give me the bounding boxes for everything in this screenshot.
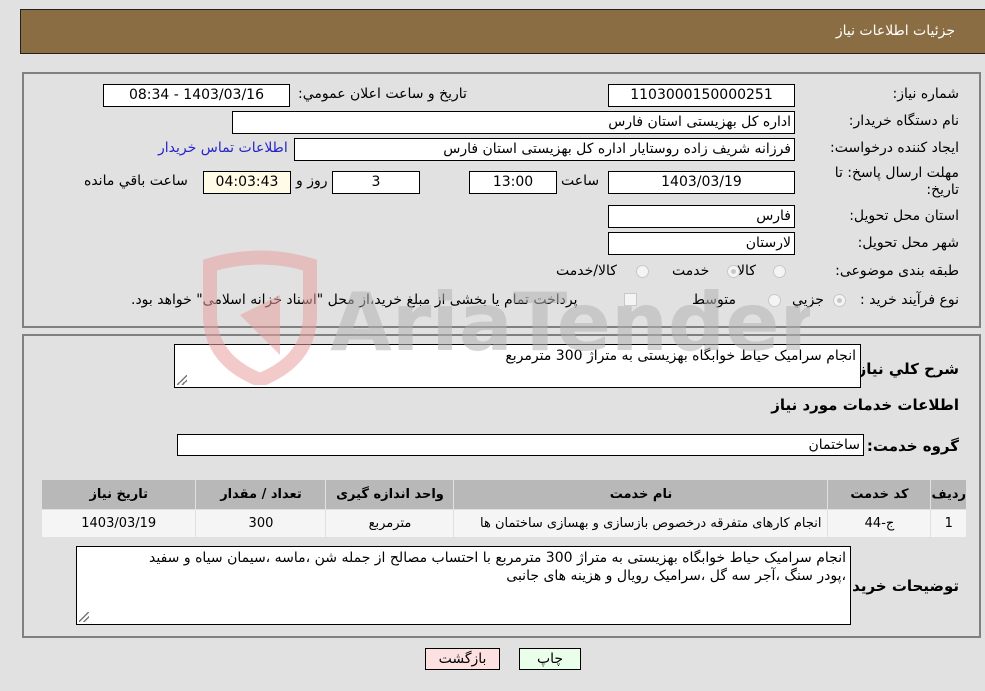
category-option-service: خدمت — [672, 263, 710, 279]
purchase-type-option-minor: جزیي — [792, 292, 824, 308]
need-number-field: 1103000150000251 — [608, 84, 795, 107]
back-button[interactable]: بازگشت — [425, 648, 500, 670]
days-remaining-field: 3 — [332, 171, 420, 194]
cell-service-code: ج-44 — [827, 509, 932, 538]
need-number-label: شماره نیاز: — [892, 86, 960, 102]
delivery-city-label: شهر محل تحویل: — [857, 235, 959, 251]
cell-unit: مترمربع — [325, 509, 455, 538]
service-group-field: ساختمان — [177, 434, 864, 456]
purchase-type-option-medium: متوسط — [692, 292, 736, 308]
remaining-time-label: ساعت باقي مانده — [84, 173, 188, 189]
announce-datetime-field: 1403/03/16 - 08:34 — [103, 84, 290, 107]
category-option-goods-service: کالا/خدمت — [556, 263, 617, 279]
deadline-date-field: 1403/03/19 — [608, 171, 795, 194]
general-desc-textarea[interactable]: انجام سرامیک حیاط خوابگاه بهزیستی به متر… — [174, 344, 861, 388]
services-heading: اطلاعات خدمات مورد نیاز — [771, 396, 959, 414]
days-label: روز و — [296, 173, 328, 189]
delivery-city-field: لارستان — [608, 232, 795, 255]
col-header-unit: واحد اندازه گیری — [325, 479, 455, 510]
need-details-section: شرح کلي نیاز: انجام سرامیک حیاط خوابگاه … — [22, 334, 981, 638]
announce-datetime-label: تاریخ و ساعت اعلان عمومي: — [298, 86, 467, 102]
treasury-note: پرداخت تمام یا بخشی از مبلغ خرید،از محل … — [131, 292, 578, 308]
deadline-time-label: ساعت — [561, 173, 600, 189]
category-label: طبقه بندی موضوعی: — [835, 263, 959, 279]
delivery-province-label: استان محل تحویل: — [849, 208, 959, 224]
buyer-org-field: اداره کل بهزیستی استان فارس — [232, 111, 795, 134]
services-table: ردیف کد خدمت نام خدمت واحد اندازه گیری ت… — [40, 479, 967, 538]
buyer-notes-textarea[interactable]: انجام سرامیک حیاط خوابگاه بهزیستی به متر… — [76, 546, 851, 625]
buyer-contact-link[interactable]: اطلاعات تماس خریدار — [158, 140, 288, 156]
cell-row-number: 1 — [930, 509, 967, 538]
service-group-label: گروه خدمت: — [866, 437, 959, 455]
table-row: 1 ج-44 انجام کارهای متفرقه درخصوص بازساز… — [40, 509, 967, 538]
resize-grip-icon[interactable] — [177, 375, 187, 385]
purchase-type-label: نوع فرآیند خرید : — [860, 292, 959, 308]
general-desc-text: انجام سرامیک حیاط خوابگاه بهزیستی به متر… — [505, 348, 856, 364]
print-button[interactable]: چاپ — [519, 648, 581, 670]
table-header-row: ردیف کد خدمت نام خدمت واحد اندازه گیری ت… — [40, 479, 967, 510]
purchase-type-radio-minor[interactable] — [833, 294, 846, 307]
category-radio-goods[interactable] — [773, 265, 786, 278]
col-header-service-code: کد خدمت — [827, 479, 932, 510]
requester-label: ایجاد کننده درخواست: — [830, 140, 959, 156]
delivery-province-field: فارس — [608, 205, 795, 228]
col-header-quantity: تعداد / مقدار — [195, 479, 327, 510]
deadline-label-line1: مهلت ارسال پاسخ: تا — [834, 165, 959, 181]
cell-service-name: انجام کارهای متفرقه درخصوص بازسازی و بهس… — [453, 509, 829, 538]
general-desc-label: شرح کلي نیاز: — [851, 360, 959, 378]
cell-quantity: 300 — [195, 509, 327, 538]
resize-grip-icon[interactable] — [79, 612, 89, 622]
treasury-checkbox[interactable] — [624, 293, 637, 306]
requester-field: فرزانه شریف زاده روستایار اداره کل بهزیس… — [294, 138, 795, 161]
remaining-time-field: 04:03:43 — [203, 171, 291, 194]
buyer-notes-line1: انجام سرامیک حیاط خوابگاه بهزیستی به متر… — [149, 550, 846, 566]
category-radio-goods-service[interactable] — [636, 265, 649, 278]
buyer-org-label: نام دستگاه خریدار: — [848, 113, 959, 129]
cell-need-date: 1403/03/19 — [40, 509, 197, 538]
buyer-notes-line2: ،پودر سنگ ،آجر سه گل ،سرامیک رویال و هزی… — [506, 568, 846, 584]
col-header-row-number: ردیف — [930, 479, 967, 510]
deadline-label-line2: تاریخ: — [926, 182, 959, 198]
buyer-notes-label: توضیحات خریدار: — [832, 577, 959, 595]
page-title: جزئیات اطلاعات نیاز — [835, 23, 955, 39]
category-radio-service[interactable] — [727, 265, 740, 278]
need-info-section: شماره نیاز: 1103000150000251 تاریخ و ساع… — [22, 72, 981, 328]
col-header-need-date: تاریخ نیاز — [40, 479, 197, 510]
page-header: جزئیات اطلاعات نیاز — [20, 9, 985, 54]
purchase-type-radio-medium[interactable] — [768, 294, 781, 307]
col-header-service-name: نام خدمت — [453, 479, 829, 510]
deadline-time-field: 13:00 — [469, 171, 557, 194]
